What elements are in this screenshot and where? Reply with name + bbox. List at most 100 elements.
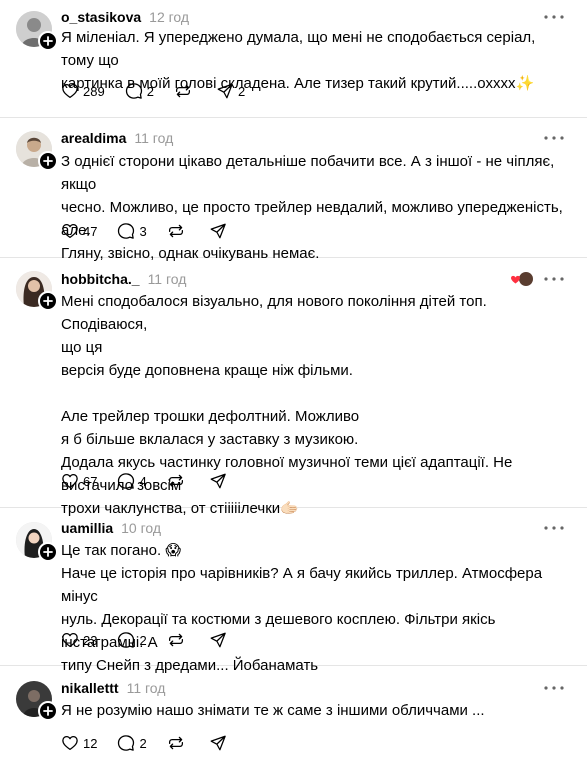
- timestamp[interactable]: 11 год: [127, 680, 166, 696]
- more-button[interactable]: [543, 519, 565, 537]
- send-icon: [210, 735, 226, 751]
- post-line: З однієї сторони цікаво детальніше побач…: [61, 153, 555, 193]
- timestamp[interactable]: 10 год: [121, 520, 161, 536]
- reply-button[interactable]: 3: [117, 222, 147, 240]
- follow-button[interactable]: [38, 31, 58, 51]
- like-count: 47: [83, 223, 98, 239]
- post-text: З однієї сторони цікаво детальніше побач…: [61, 150, 567, 265]
- repost-button[interactable]: [174, 82, 196, 100]
- repost-button[interactable]: [167, 472, 189, 490]
- post-header: hobbitcha._ 11 год: [61, 270, 186, 288]
- more-button[interactable]: [543, 679, 565, 697]
- heart-icon: [62, 473, 78, 489]
- avatar-wrap[interactable]: [16, 681, 58, 721]
- more-icon: [544, 15, 564, 19]
- heart-icon: [62, 83, 78, 99]
- follow-button[interactable]: [38, 291, 58, 311]
- like-button[interactable]: 67: [61, 472, 97, 490]
- share-button[interactable]: [209, 734, 231, 752]
- timestamp[interactable]: 12 год: [149, 9, 189, 25]
- repost-button[interactable]: [167, 222, 189, 240]
- comment-icon: [118, 632, 135, 648]
- username[interactable]: hobbitcha._: [61, 271, 140, 287]
- send-icon: [210, 223, 226, 239]
- post-header: uamillia 10 год: [61, 519, 161, 537]
- username[interactable]: uamillia: [61, 520, 113, 536]
- comment-icon: [118, 735, 135, 751]
- more-icon: [544, 686, 564, 690]
- repost-button[interactable]: [167, 734, 189, 752]
- post-header: arealdima 11 год: [61, 129, 173, 147]
- reply-button[interactable]: 4: [117, 472, 147, 490]
- reply-button[interactable]: 2: [117, 631, 147, 649]
- post-line: Я міленіал. Я упереджено думала, що мені…: [61, 29, 536, 69]
- more-button[interactable]: [543, 8, 565, 26]
- repost-button[interactable]: [167, 631, 189, 649]
- share-count: 2: [237, 83, 246, 99]
- reply-count: 2: [139, 735, 147, 751]
- comment-icon: [118, 473, 135, 489]
- post: arealdima 11 год З однієї сторони цікаво…: [0, 118, 587, 262]
- more-icon: [544, 277, 564, 281]
- post-line: Але трейлер трошки дефолтний. Можливо: [61, 408, 360, 425]
- post: hobbitcha._ 11 год Мені сподобалося візу…: [0, 258, 587, 517]
- heart-icon: [62, 632, 78, 648]
- share-button[interactable]: [209, 222, 231, 240]
- username[interactable]: nikallettt: [61, 680, 119, 696]
- plus-icon: [43, 547, 53, 557]
- timestamp[interactable]: 11 год: [134, 130, 173, 146]
- plus-icon: [43, 156, 53, 166]
- reply-count: 4: [139, 473, 147, 489]
- share-button[interactable]: 2: [216, 82, 245, 100]
- post-text: Я не розумію нашо знімати те ж саме з ін…: [61, 699, 567, 722]
- send-icon: [210, 473, 226, 489]
- like-button[interactable]: 289: [61, 82, 105, 100]
- username[interactable]: arealdima: [61, 130, 126, 146]
- reply-button[interactable]: 2: [125, 82, 154, 100]
- more-button[interactable]: [543, 270, 565, 288]
- like-button[interactable]: 12: [61, 734, 97, 752]
- follow-button[interactable]: [38, 542, 58, 562]
- post: nikallettt 11 год Я не розумію нашо знім…: [0, 666, 587, 763]
- post-header: o_stasikova 12 год: [61, 8, 189, 26]
- repost-icon: [175, 84, 190, 98]
- follow-button[interactable]: [38, 701, 58, 721]
- share-button[interactable]: [209, 472, 231, 490]
- post-line: Я не розумію нашо знімати те ж саме з ін…: [61, 702, 485, 719]
- comment-icon: [118, 223, 135, 239]
- heart-icon: [62, 223, 78, 239]
- reply-button[interactable]: 2: [117, 734, 147, 752]
- send-icon: [210, 632, 226, 648]
- post-actions: 289 2 2: [61, 80, 265, 102]
- post-line: версія буде доповнена краще ніж фільми.: [61, 362, 353, 379]
- post-line: [61, 382, 567, 405]
- like-button[interactable]: 47: [61, 222, 97, 240]
- more-icon: [544, 136, 564, 140]
- post-actions: 47 3: [61, 220, 251, 242]
- post: o_stasikova 12 год Я міленіал. Я упередж…: [0, 0, 587, 118]
- send-icon: [217, 83, 233, 99]
- share-button[interactable]: [209, 631, 231, 649]
- more-button[interactable]: [543, 129, 565, 147]
- repost-icon: [168, 224, 183, 238]
- heart-icon: [62, 735, 78, 751]
- repost-icon: [168, 736, 183, 750]
- avatar-wrap[interactable]: [16, 11, 58, 51]
- more-icon: [544, 526, 564, 530]
- username[interactable]: o_stasikova: [61, 9, 141, 25]
- like-button[interactable]: 23: [61, 631, 97, 649]
- like-count: 23: [83, 632, 98, 648]
- avatar-wrap[interactable]: [16, 522, 58, 562]
- post-actions: 12 2: [61, 732, 251, 754]
- liked-by-author-badge: [509, 271, 535, 287]
- timestamp[interactable]: 11 год: [148, 271, 187, 287]
- post-line: Мені сподобалося візуально, для нового п…: [61, 293, 487, 333]
- post-actions: 67 4: [61, 470, 251, 492]
- follow-button[interactable]: [38, 151, 58, 171]
- avatar-wrap[interactable]: [16, 271, 58, 311]
- like-count: 12: [83, 735, 98, 751]
- post-line: Наче це історія про чарівників? А я бачу…: [61, 565, 543, 605]
- avatar-wrap[interactable]: [16, 131, 58, 171]
- post-actions: 23 2: [61, 629, 251, 651]
- reply-count: 3: [139, 223, 147, 239]
